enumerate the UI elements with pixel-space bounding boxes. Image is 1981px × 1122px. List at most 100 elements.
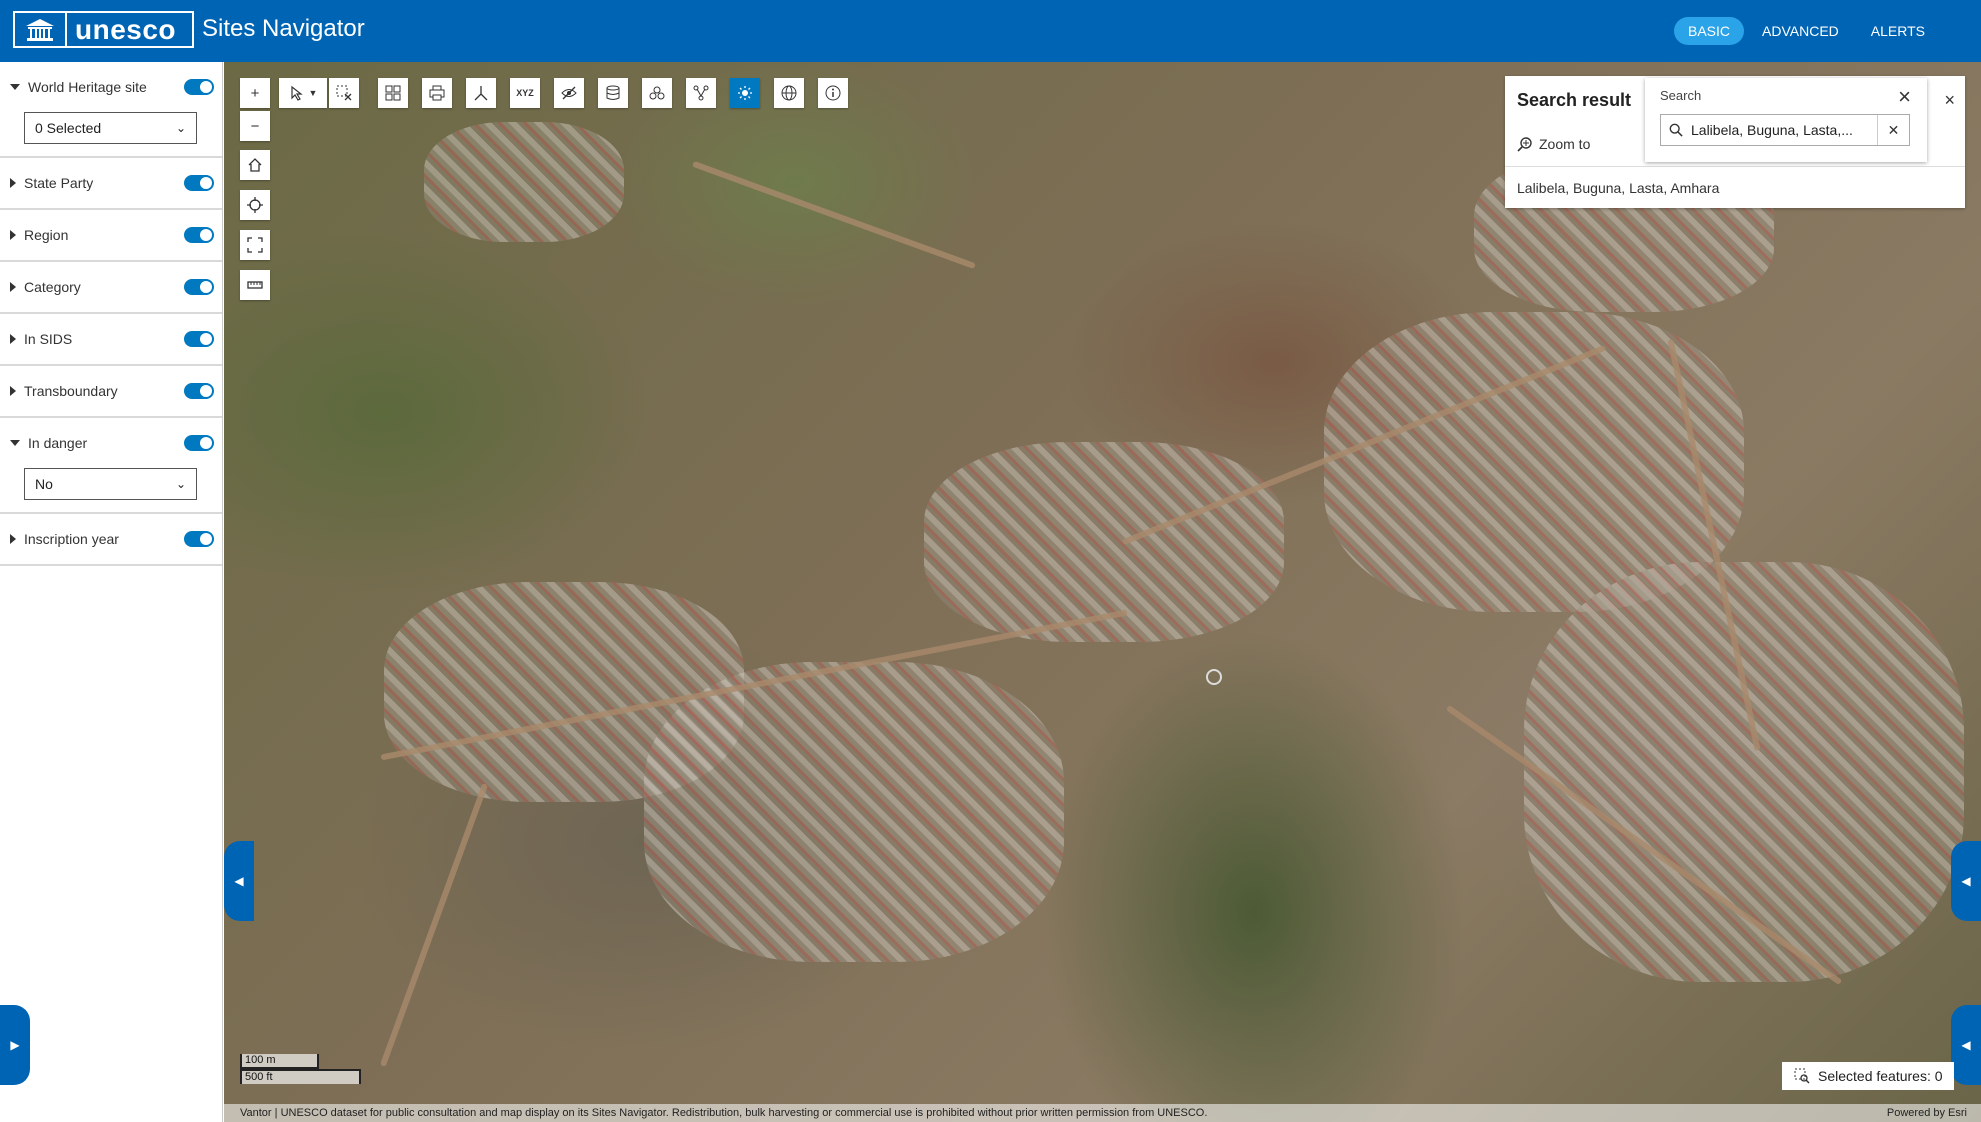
- close-icon[interactable]: ×: [1898, 84, 1911, 110]
- pointer-select-icon: [290, 85, 303, 101]
- expand-bottom-right-handle[interactable]: ◀: [1951, 1005, 1981, 1085]
- filter-toggle[interactable]: [184, 331, 214, 347]
- zoom-to-label: Zoom to: [1539, 136, 1591, 152]
- map-road: [379, 783, 489, 1067]
- daylight-button[interactable]: [730, 78, 760, 108]
- selected-features-button[interactable]: Selected features: 0: [1782, 1062, 1954, 1090]
- unesco-logo[interactable]: unesco: [13, 11, 194, 48]
- globe-button[interactable]: [774, 78, 804, 108]
- in-danger-select[interactable]: No ⌄: [24, 468, 197, 500]
- filter-sidebar: World Heritage site 0 Selected ⌄ State P…: [0, 62, 223, 1122]
- map-settlement: [924, 442, 1284, 642]
- filter-in-danger: In danger No ⌄: [0, 418, 222, 514]
- filter-toggle[interactable]: [184, 79, 214, 95]
- crosshair-icon: [247, 197, 263, 213]
- zoom-in-button[interactable]: +: [240, 78, 270, 108]
- filter-header[interactable]: In SIDS: [10, 314, 214, 364]
- nav-basic[interactable]: BASIC: [1674, 17, 1745, 45]
- world-heritage-select[interactable]: 0 Selected ⌄: [24, 112, 197, 144]
- nav-advanced[interactable]: ADVANCED: [1748, 17, 1853, 45]
- home-button[interactable]: [240, 150, 270, 180]
- filter-category: Category: [0, 262, 222, 314]
- powered-by-esri[interactable]: Powered by Esri: [1887, 1104, 1967, 1122]
- locate-button[interactable]: [240, 190, 270, 220]
- clear-search-icon[interactable]: ✕: [1877, 115, 1909, 145]
- filter-in-sids: In SIDS: [0, 314, 222, 366]
- filter-transboundary: Transboundary: [0, 366, 222, 418]
- filter-header[interactable]: Inscription year: [10, 514, 214, 564]
- logo-text: unesco: [75, 13, 177, 45]
- filter-toggle[interactable]: [184, 279, 214, 295]
- filter-inscription-year: Inscription year: [0, 514, 222, 566]
- zoom-out-button[interactable]: −: [240, 111, 270, 141]
- filter-toggle[interactable]: [184, 531, 214, 547]
- filter-toggle[interactable]: [184, 175, 214, 191]
- info-button[interactable]: [818, 78, 848, 108]
- fullscreen-button[interactable]: [240, 230, 270, 260]
- filter-header[interactable]: Region: [10, 210, 214, 260]
- search-widget: Search × ✕: [1645, 78, 1927, 162]
- basemap-gallery-button[interactable]: [378, 78, 408, 108]
- select-tool-button[interactable]: ▼: [279, 78, 327, 108]
- cluster-icon: [649, 86, 665, 100]
- caret-down-icon: [10, 440, 20, 446]
- close-icon[interactable]: ×: [1944, 90, 1955, 111]
- filter-header[interactable]: Transboundary: [10, 366, 214, 416]
- axes-icon: [474, 86, 488, 101]
- search-result-title: Search result: [1517, 90, 1632, 110]
- search-box: ✕: [1660, 114, 1910, 146]
- nav-alerts[interactable]: ALERTS: [1857, 17, 1939, 45]
- app-header: unesco Sites Navigator BASIC ADVANCED AL…: [0, 0, 1981, 62]
- grid-icon: [385, 85, 401, 101]
- globe-icon: [781, 85, 797, 101]
- filter-toggle[interactable]: [184, 383, 214, 399]
- eye-off-icon: [561, 86, 577, 100]
- caret-right-icon: [10, 334, 16, 344]
- filter-toggle[interactable]: [184, 435, 214, 451]
- zoom-to-button[interactable]: Zoom to: [1517, 136, 1590, 152]
- caret-right-icon: [10, 178, 16, 188]
- search-result-item[interactable]: Lalibela, Buguna, Lasta, Amhara: [1517, 180, 1719, 196]
- expand-right-panel-handle[interactable]: ◀: [1951, 841, 1981, 921]
- network-button[interactable]: [686, 78, 716, 108]
- clear-selection-button[interactable]: [329, 78, 359, 108]
- hide-layer-button[interactable]: [554, 78, 584, 108]
- filter-header[interactable]: In danger: [10, 418, 214, 468]
- top-nav: BASIC ADVANCED ALERTS: [1674, 17, 1939, 45]
- map-attribution: Vantor | UNESCO dataset for public consu…: [224, 1104, 1981, 1122]
- network-icon: [693, 85, 709, 101]
- collapse-sidebar-handle[interactable]: ◀: [224, 841, 254, 921]
- caret-right-icon: [10, 534, 16, 544]
- print-button[interactable]: [422, 78, 452, 108]
- caret-right-icon: [10, 386, 16, 396]
- filter-toggle[interactable]: [184, 227, 214, 243]
- xyz-button[interactable]: XYZ: [510, 78, 540, 108]
- home-icon: [248, 158, 262, 172]
- zoom-in-icon: [1517, 137, 1532, 152]
- filter-header[interactable]: State Party: [10, 158, 214, 208]
- scale-metric: 100 m: [240, 1054, 319, 1069]
- sun-icon: [738, 86, 752, 100]
- satellite-map[interactable]: [224, 62, 1981, 1122]
- caret-right-icon: [10, 282, 16, 292]
- search-input[interactable]: [1691, 122, 1877, 138]
- info-icon: [825, 85, 841, 101]
- clear-selection-icon: [336, 85, 352, 101]
- scale-imperial: 500 ft: [240, 1069, 361, 1084]
- map-road: [692, 160, 976, 270]
- chevron-down-icon: ⌄: [175, 121, 186, 135]
- analysis-button[interactable]: [642, 78, 672, 108]
- caret-down-icon: [10, 84, 20, 90]
- coordinate-button[interactable]: [466, 78, 496, 108]
- filter-label: Region: [24, 227, 69, 243]
- measure-button[interactable]: [240, 270, 270, 300]
- select-value: 0 Selected: [35, 120, 102, 136]
- app-title: Sites Navigator: [202, 15, 365, 42]
- filter-header[interactable]: Category: [10, 262, 214, 312]
- fullscreen-icon: [247, 237, 263, 253]
- layer-list-button[interactable]: [598, 78, 628, 108]
- filter-world-heritage-site: World Heritage site 0 Selected ⌄: [0, 62, 222, 158]
- expand-bottom-left-handle[interactable]: ▶: [0, 1005, 30, 1085]
- filter-header[interactable]: World Heritage site: [10, 62, 214, 112]
- xyz-icon: XYZ: [516, 88, 534, 98]
